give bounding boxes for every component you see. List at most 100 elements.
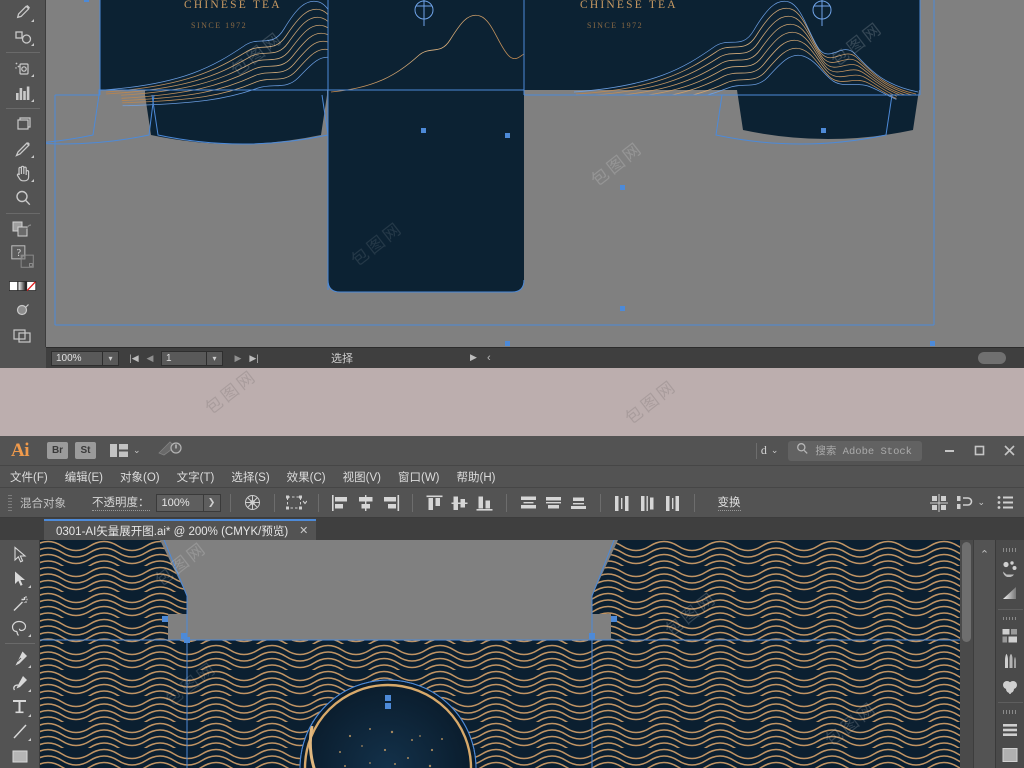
align-panel-icon[interactable] — [927, 492, 952, 514]
panel-group-grip[interactable] — [1003, 616, 1017, 621]
minimize-button[interactable] — [934, 436, 964, 465]
color-none-gradient-icon[interactable] — [8, 274, 37, 299]
zoom-level-field[interactable]: 100% — [51, 350, 103, 366]
direct-selection-tool-icon[interactable] — [6, 567, 34, 591]
chevron-down-icon[interactable]: ⌄ — [977, 497, 985, 508]
slice-tool-icon[interactable] — [9, 136, 37, 161]
menu-item-object[interactable]: 对象(O) — [120, 469, 160, 485]
magic-wand-tool-icon[interactable] — [6, 591, 34, 615]
menu-item-window[interactable]: 窗口(W) — [398, 469, 440, 485]
distribute-center-vertical-icon[interactable] — [541, 492, 566, 514]
artboard-number-field[interactable]: 1 — [161, 350, 207, 366]
dropdown-d-label[interactable]: d — [757, 443, 771, 458]
menu-item-type[interactable]: 文字(T) — [177, 469, 215, 485]
workspace-switcher[interactable]: ⌄ — [110, 444, 141, 457]
menu-item-view[interactable]: 视图(V) — [343, 469, 381, 485]
align-bottom-icon[interactable] — [472, 492, 497, 514]
eyedropper-tool-icon[interactable] — [9, 0, 37, 25]
opacity-dropdown[interactable]: ❯ — [203, 493, 221, 512]
document-tab-close-icon[interactable]: ✕ — [299, 524, 308, 537]
status-expand-button[interactable]: ▶ — [470, 352, 477, 363]
bridge-button[interactable]: Br — [47, 442, 68, 459]
artwork-tab-left — [40, 540, 187, 640]
close-button[interactable] — [994, 436, 1024, 465]
screen-mode-icon[interactable] — [9, 323, 37, 348]
rectangle-tool-icon[interactable] — [6, 744, 34, 768]
distribute-center-horizontal-icon[interactable] — [635, 492, 660, 514]
vertical-scrollbar[interactable] — [960, 540, 973, 768]
menu-item-file[interactable]: 文件(F) — [10, 469, 48, 485]
control-bar: 混合对象 不透明度： 100% ❯ 变换 ⌄ — [0, 488, 1024, 518]
artboard-canvas[interactable]: 包图网 包图网 包图网 包图网 — [40, 540, 960, 768]
panel-collapse-column[interactable]: ⌃ — [973, 540, 995, 768]
artwork-panel-center — [328, 0, 524, 292]
menu-item-effect[interactable]: 效果(C) — [287, 469, 326, 485]
tools-panel — [0, 540, 40, 768]
artboards-panel-icon[interactable] — [998, 743, 1022, 768]
align-top-icon[interactable] — [422, 492, 447, 514]
distribute-bottom-icon[interactable] — [566, 492, 591, 514]
type-tool-icon[interactable] — [6, 695, 34, 719]
distribute-right-icon[interactable] — [660, 492, 685, 514]
background-canvas[interactable]: CHINESE TEA SINCE 1972 CHINESE TEA SINCE… — [46, 0, 1024, 347]
align-left-icon[interactable] — [328, 492, 353, 514]
lasso-tool-icon[interactable] — [6, 616, 34, 640]
fill-stroke-swatch-icon[interactable] — [9, 217, 37, 242]
zoom-level-dropdown[interactable]: ▾ — [103, 350, 119, 366]
brushes-panel-icon[interactable] — [998, 649, 1022, 674]
distribute-top-icon[interactable] — [516, 492, 541, 514]
curvature-tool-icon[interactable] — [6, 671, 34, 695]
align-center-vertical-icon[interactable] — [447, 492, 472, 514]
align-center-horizontal-icon[interactable] — [353, 492, 378, 514]
status-collapse-button[interactable]: ‹ — [487, 352, 491, 364]
blend-tool-icon[interactable] — [9, 25, 37, 50]
opacity-label[interactable]: 不透明度： — [92, 494, 150, 511]
vertical-scrollbar-thumb[interactable] — [962, 542, 971, 642]
chevron-up-icon[interactable]: ⌃ — [980, 548, 989, 768]
gradient-panel-icon[interactable] — [998, 580, 1022, 605]
transform-panel-icon[interactable] — [998, 623, 1022, 648]
menu-item-select[interactable]: 选择(S) — [231, 469, 269, 485]
stock-search-box[interactable]: 搜索 Adobe Stock — [788, 440, 922, 461]
pathfinder-icon[interactable] — [952, 492, 977, 514]
background-illustrator-window: ? CHINESE TEA SINCE 1972 CHINESE TEA SIN… — [0, 0, 1024, 368]
horizontal-scrollbar-thumb[interactable] — [978, 352, 1006, 364]
zoom-tool-icon[interactable] — [9, 185, 37, 210]
artboard-dropdown[interactable]: ▾ — [207, 350, 223, 366]
prev-artboard-button[interactable]: ◀ — [143, 351, 157, 366]
control-bar-grip[interactable] — [8, 494, 12, 511]
gradient-tool-icon[interactable] — [9, 298, 37, 323]
next-artboard-button[interactable]: ▶ — [231, 351, 245, 366]
artwork-wave-body — [40, 640, 960, 768]
list-options-icon[interactable] — [993, 492, 1018, 514]
recolor-artwork-icon[interactable] — [240, 492, 265, 514]
document-tab[interactable]: 0301-AI矢量展开图.ai* @ 200% (CMYK/预览) ✕ — [44, 519, 317, 540]
selection-bounds-icon[interactable] — [284, 492, 309, 514]
menu-item-edit[interactable]: 编辑(E) — [65, 469, 103, 485]
panel-group-grip[interactable] — [1003, 548, 1017, 552]
distribute-left-icon[interactable] — [610, 492, 635, 514]
pen-tool-icon[interactable] — [6, 647, 34, 671]
color-panel-icon[interactable] — [998, 555, 1022, 580]
column-graph-tool-icon[interactable] — [9, 80, 37, 105]
default-fill-stroke-icon[interactable]: ? — [9, 241, 37, 273]
go-live-icon[interactable] — [157, 439, 183, 462]
menu-item-help[interactable]: 帮助(H) — [457, 469, 496, 485]
chevron-down-icon[interactable]: ⌄ — [771, 445, 779, 456]
line-segment-tool-icon[interactable] — [6, 720, 34, 744]
desktop-background-band: 包图网 包图网 — [0, 366, 1024, 436]
symbols-panel-icon[interactable] — [998, 674, 1022, 699]
symbol-sprayer-tool-icon[interactable] — [9, 56, 37, 81]
layers-panel-icon[interactable] — [998, 717, 1022, 742]
selection-tool-icon[interactable] — [6, 543, 34, 567]
opacity-value-field[interactable]: 100% — [155, 493, 204, 512]
panel-group-grip[interactable] — [1003, 710, 1017, 715]
first-artboard-button[interactable]: |◀ — [127, 351, 141, 366]
hand-tool-icon[interactable] — [9, 161, 37, 186]
last-artboard-button[interactable]: ▶| — [247, 351, 261, 366]
stock-button[interactable]: St — [75, 442, 96, 459]
maximize-button[interactable] — [964, 436, 994, 465]
transform-link[interactable]: 变换 — [717, 494, 741, 511]
artboard-tool-icon[interactable] — [9, 112, 37, 137]
align-right-icon[interactable] — [378, 492, 403, 514]
